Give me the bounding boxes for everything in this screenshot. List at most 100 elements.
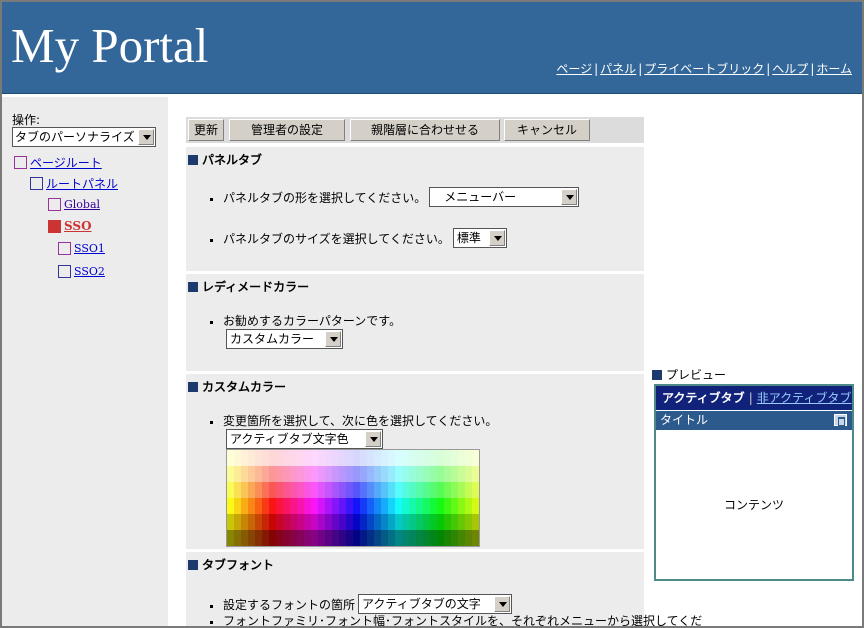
palette-swatch[interactable] [304, 498, 311, 514]
palette-swatch[interactable] [325, 482, 332, 498]
palette-swatch[interactable] [297, 514, 304, 530]
palette-swatch[interactable] [353, 498, 360, 514]
palette-swatch[interactable] [346, 530, 353, 546]
tree-link-page-root[interactable]: ページルート [30, 154, 102, 171]
tree-link-global[interactable]: Global [64, 198, 100, 211]
palette-swatch[interactable] [283, 482, 290, 498]
palette-swatch[interactable] [346, 482, 353, 498]
palette-swatch[interactable] [444, 466, 451, 482]
palette-swatch[interactable] [269, 530, 276, 546]
palette-swatch[interactable] [402, 466, 409, 482]
palette-swatch[interactable] [430, 466, 437, 482]
palette-swatch[interactable] [472, 466, 479, 482]
palette-swatch[interactable] [283, 466, 290, 482]
panel-tab-shape-select[interactable]: メニューバー [429, 187, 580, 207]
chevron-down-icon[interactable] [494, 596, 511, 612]
palette-swatch[interactable] [367, 450, 374, 466]
palette-swatch[interactable] [290, 466, 297, 482]
palette-swatch[interactable] [437, 450, 444, 466]
palette-swatch[interactable] [248, 482, 255, 498]
palette-swatch[interactable] [374, 498, 381, 514]
palette-swatch[interactable] [241, 498, 248, 514]
palette-swatch[interactable] [437, 514, 444, 530]
palette-swatch[interactable] [290, 514, 297, 530]
palette-swatch[interactable] [353, 482, 360, 498]
palette-swatch[interactable] [451, 466, 458, 482]
palette-swatch[interactable] [311, 466, 318, 482]
palette-swatch[interactable] [311, 450, 318, 466]
palette-swatch[interactable] [318, 466, 325, 482]
palette-swatch[interactable] [360, 530, 367, 546]
palette-swatch[interactable] [255, 498, 262, 514]
palette-swatch[interactable] [472, 450, 479, 466]
palette-swatch[interactable] [402, 530, 409, 546]
palette-swatch[interactable] [402, 514, 409, 530]
palette-swatch[interactable] [332, 530, 339, 546]
palette-swatch[interactable] [381, 498, 388, 514]
palette-swatch[interactable] [297, 466, 304, 482]
palette-swatch[interactable] [416, 514, 423, 530]
palette-swatch[interactable] [451, 514, 458, 530]
palette-swatch[interactable] [297, 450, 304, 466]
palette-swatch[interactable] [444, 498, 451, 514]
palette-swatch[interactable] [353, 450, 360, 466]
palette-swatch[interactable] [367, 498, 374, 514]
palette-swatch[interactable] [458, 466, 465, 482]
palette-swatch[interactable] [255, 514, 262, 530]
palette-swatch[interactable] [248, 514, 255, 530]
nav-link-page[interactable]: ページ [556, 62, 592, 76]
panel-tab-size-select[interactable]: 標準 [452, 228, 507, 248]
palette-swatch[interactable] [227, 450, 234, 466]
nav-link-help[interactable]: ヘルプ [772, 62, 808, 76]
palette-swatch[interactable] [374, 530, 381, 546]
palette-swatch[interactable] [388, 466, 395, 482]
palette-swatch[interactable] [262, 498, 269, 514]
tree-item-sso[interactable]: SSO [48, 219, 92, 233]
palette-swatch[interactable] [381, 530, 388, 546]
palette-swatch[interactable] [262, 514, 269, 530]
palette-swatch[interactable] [339, 498, 346, 514]
palette-swatch[interactable] [234, 514, 241, 530]
palette-swatch[interactable] [255, 530, 262, 546]
palette-swatch[interactable] [430, 530, 437, 546]
palette-swatch[interactable] [437, 530, 444, 546]
palette-swatch[interactable] [409, 450, 416, 466]
chevron-down-icon[interactable] [325, 331, 341, 347]
palette-swatch[interactable] [395, 466, 402, 482]
color-palette[interactable] [226, 449, 480, 547]
palette-swatch[interactable] [304, 530, 311, 546]
palette-swatch[interactable] [311, 530, 318, 546]
palette-swatch[interactable] [437, 466, 444, 482]
palette-swatch[interactable] [367, 530, 374, 546]
palette-swatch[interactable] [283, 498, 290, 514]
palette-swatch[interactable] [346, 450, 353, 466]
palette-swatch[interactable] [311, 482, 318, 498]
nav-link-home[interactable]: ホーム [816, 62, 852, 76]
palette-swatch[interactable] [381, 514, 388, 530]
palette-swatch[interactable] [311, 498, 318, 514]
palette-swatch[interactable] [367, 466, 374, 482]
palette-swatch[interactable] [395, 482, 402, 498]
tree-link-sso[interactable]: SSO [64, 219, 92, 233]
palette-swatch[interactable] [283, 450, 290, 466]
palette-swatch[interactable] [458, 514, 465, 530]
palette-swatch[interactable] [423, 530, 430, 546]
nav-link-private-brick[interactable]: プライベートブリック [644, 62, 764, 76]
palette-swatch[interactable] [318, 514, 325, 530]
palette-swatch[interactable] [304, 466, 311, 482]
palette-swatch[interactable] [332, 514, 339, 530]
palette-swatch[interactable] [255, 450, 262, 466]
palette-swatch[interactable] [318, 450, 325, 466]
palette-swatch[interactable] [374, 466, 381, 482]
palette-swatch[interactable] [451, 530, 458, 546]
palette-swatch[interactable] [318, 530, 325, 546]
palette-swatch[interactable] [458, 530, 465, 546]
palette-swatch[interactable] [416, 498, 423, 514]
palette-swatch[interactable] [234, 530, 241, 546]
tree-link-root-panel[interactable]: ルートパネル [46, 175, 118, 192]
palette-swatch[interactable] [388, 482, 395, 498]
tree-item-sso1[interactable]: SSO1 [58, 242, 105, 255]
palette-swatch[interactable] [409, 514, 416, 530]
palette-swatch[interactable] [360, 482, 367, 498]
palette-swatch[interactable] [430, 482, 437, 498]
